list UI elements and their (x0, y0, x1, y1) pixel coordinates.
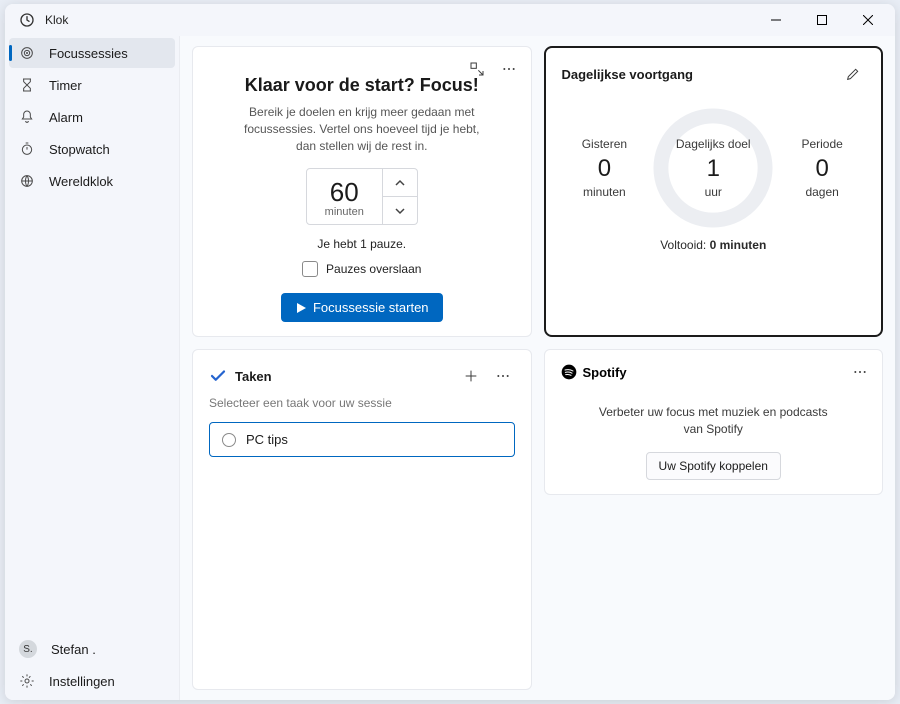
link-spotify-button[interactable]: Uw Spotify koppelen (646, 452, 781, 480)
add-task-button[interactable] (459, 364, 483, 388)
avatar: S. (19, 640, 37, 658)
target-icon (19, 45, 35, 61)
todo-icon (209, 367, 227, 385)
tasks-subtitle: Selecteer een taak voor uw sessie (209, 396, 515, 410)
sidebar: Focussessies Timer Alarm Stopwatch Werel… (5, 36, 180, 700)
nav-label: Stopwatch (49, 142, 110, 157)
task-complete-radio[interactable] (222, 433, 236, 447)
gear-icon (19, 673, 35, 689)
close-button[interactable] (845, 4, 891, 36)
nav-label: Instellingen (49, 674, 115, 689)
more-options-button[interactable] (497, 57, 521, 81)
stat-yesterday: Gisteren 0 minuten (566, 137, 644, 199)
nav-world-clock[interactable]: Wereldklok (9, 166, 175, 196)
user-account[interactable]: S. Stefan . (9, 634, 175, 664)
minimize-button[interactable] (753, 4, 799, 36)
spotify-icon (561, 364, 577, 380)
start-focus-button[interactable]: Focussessie starten (281, 293, 443, 322)
focus-subtitle: Bereik je doelen en krijg meer gedaan me… (239, 104, 485, 154)
edit-goal-button[interactable] (841, 62, 865, 86)
spotify-card: Spotify Verbeter uw focus met muziek en … (544, 349, 884, 495)
minutes-spinner[interactable]: 60 minuten (209, 168, 515, 225)
nav-label: Wereldklok (49, 174, 113, 189)
globe-icon (19, 173, 35, 189)
spotify-description: Verbeter uw focus met muziek en podcasts… (591, 404, 837, 438)
nav-label: Alarm (49, 110, 83, 125)
daily-progress-card: Dagelijkse voortgang Gisteren 0 minuten (544, 46, 884, 337)
spotify-brand-label: Spotify (583, 365, 627, 380)
nav-stopwatch[interactable]: Stopwatch (9, 134, 175, 164)
decrement-button[interactable] (383, 197, 417, 225)
stopwatch-icon (19, 141, 35, 157)
spotify-more-button[interactable] (848, 360, 872, 384)
skip-breaks-checkbox[interactable] (302, 261, 318, 277)
nav-settings[interactable]: Instellingen (9, 666, 175, 696)
stat-streak: Periode 0 dagen (783, 137, 861, 199)
window-title: Klok (45, 13, 753, 27)
start-button-label: Focussessie starten (313, 300, 429, 315)
task-label: PC tips (246, 432, 288, 447)
bell-icon (19, 109, 35, 125)
skip-breaks-label: Pauzes overslaan (326, 262, 421, 276)
minutes-value: 60 (330, 177, 359, 208)
nav-focus-sessions[interactable]: Focussessies (9, 38, 175, 68)
title-bar: Klok (5, 4, 895, 36)
nav-alarm[interactable]: Alarm (9, 102, 175, 132)
tasks-title: Taken (235, 369, 272, 384)
progress-title: Dagelijkse voortgang (562, 67, 693, 82)
nav-timer[interactable]: Timer (9, 70, 175, 100)
goal-progress-ring: Dagelijks doel 1 uur (651, 106, 775, 230)
app-icon (19, 12, 35, 28)
user-name: Stefan . (51, 642, 96, 657)
pause-info-text: Je hebt 1 pauze. (209, 237, 515, 251)
focus-card: Klaar voor de start? Focus! Bereik je do… (192, 46, 532, 337)
tasks-more-button[interactable] (491, 364, 515, 388)
nav-label: Focussessies (49, 46, 128, 61)
increment-button[interactable] (383, 169, 417, 197)
tasks-card: Taken Selecteer een taak voor uw sessie … (192, 349, 532, 690)
hourglass-icon (19, 77, 35, 93)
play-icon (295, 302, 307, 314)
app-window: Klok Focussessies Timer Alarm (5, 4, 895, 700)
compact-view-button[interactable] (465, 57, 489, 81)
task-item[interactable]: PC tips (209, 422, 515, 457)
maximize-button[interactable] (799, 4, 845, 36)
nav-label: Timer (49, 78, 82, 93)
minutes-unit: minuten (325, 206, 364, 218)
content-area: Klaar voor de start? Focus! Bereik je do… (180, 36, 895, 700)
completed-summary: Voltooid: 0 minuten (562, 238, 866, 252)
